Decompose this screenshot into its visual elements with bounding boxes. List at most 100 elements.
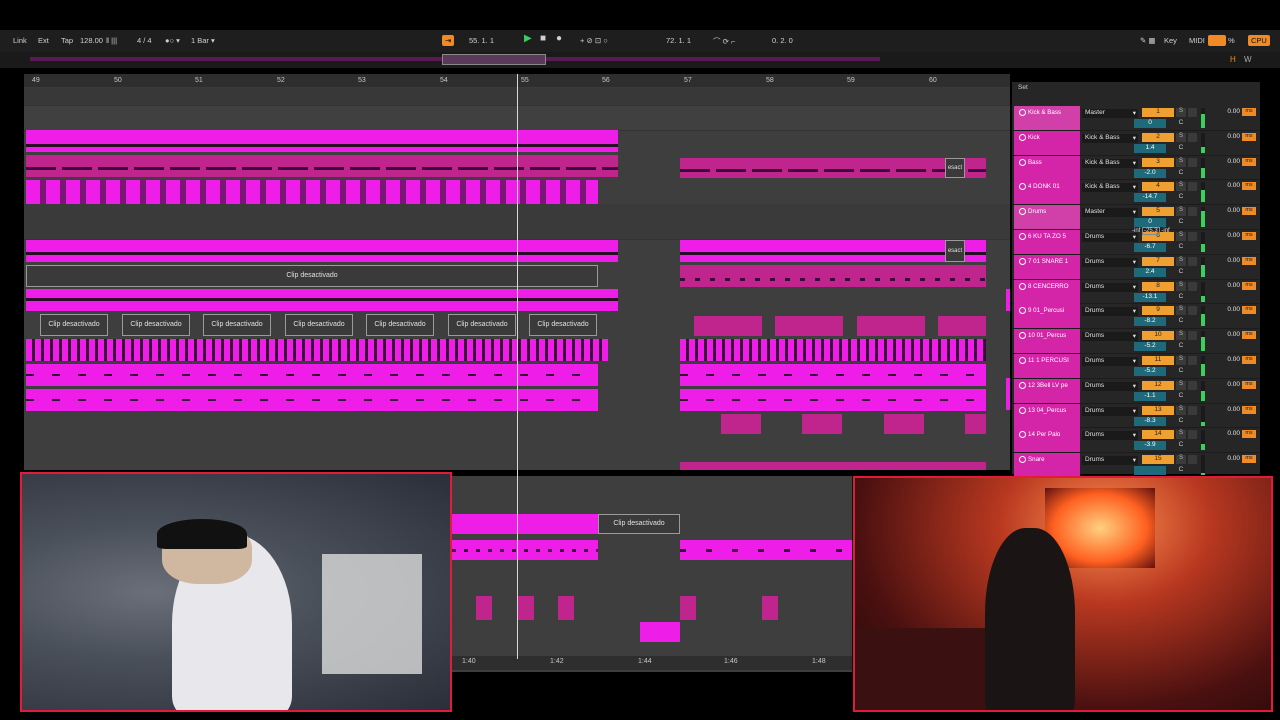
deactivated-clip[interactable]: esact — [945, 240, 965, 262]
song-position-field[interactable]: 55. 1. 1 — [469, 36, 494, 45]
solo-button[interactable]: S — [1176, 331, 1186, 341]
solo-button[interactable]: S — [1176, 108, 1186, 117]
midi-clip[interactable] — [884, 414, 924, 434]
track-name[interactable]: 7 01 SNARE 1 — [1014, 254, 1080, 279]
midi-map-button[interactable]: MIDI — [1189, 36, 1205, 45]
arm-button[interactable] — [1188, 108, 1197, 117]
midi-clip[interactable] — [802, 414, 842, 434]
track-volume[interactable]: 0 — [1134, 119, 1166, 128]
track-activator-icon[interactable] — [1019, 183, 1026, 191]
track-volume[interactable] — [1134, 466, 1166, 476]
pan-knob[interactable]: C — [1176, 367, 1186, 376]
track-activator-icon[interactable] — [1019, 282, 1026, 290]
track-volume[interactable]: -5.2 — [1134, 342, 1166, 352]
track-activator-icon[interactable] — [1019, 307, 1026, 315]
audio-clip[interactable] — [680, 240, 986, 262]
track-number[interactable]: 9 — [1142, 306, 1174, 316]
output-routing-select[interactable]: Drums ▾ — [1082, 406, 1138, 416]
track-activator-icon[interactable] — [1019, 233, 1026, 240]
deactivated-clip[interactable]: Clip desactivado — [448, 314, 516, 336]
tempo-field[interactable]: 128.00 — [80, 36, 103, 45]
audio-clip[interactable] — [26, 289, 618, 311]
deactivated-clip[interactable]: Clip desactivado — [26, 265, 598, 287]
mixer-track-row[interactable]: Drums Master ▾ 5 0 S C 0.00 ms — [1012, 205, 1260, 230]
track-delay[interactable]: 0.00 — [1214, 232, 1240, 239]
delay-unit[interactable]: ms — [1242, 356, 1256, 364]
output-routing-select[interactable]: Kick & Bass ▾ — [1082, 183, 1138, 193]
record-icon[interactable]: ● — [556, 33, 562, 44]
mixer-track-row[interactable]: 8 CENCERRO Drums ▾ 8 -13.1 S C 0.00 ms — [1012, 279, 1260, 305]
deactivated-clip[interactable]: Clip desactivado — [598, 514, 680, 534]
solo-button[interactable]: S — [1176, 207, 1186, 217]
set-label[interactable]: Set — [1018, 84, 1028, 91]
mixer-track-row[interactable]: 7 01 SNARE 1 Drums ▾ 7 2.4 S C 0.00 ms — [1012, 254, 1260, 280]
arm-button[interactable] — [1188, 207, 1197, 217]
solo-button[interactable]: S — [1176, 380, 1186, 390]
midi-clip[interactable] — [680, 339, 986, 361]
arrangement-lower[interactable]: Clip desactivado — [452, 476, 852, 672]
delay-unit[interactable]: ms — [1242, 232, 1256, 240]
pan-knob[interactable]: C — [1176, 293, 1186, 302]
track-name[interactable]: 10 01_Percus — [1014, 329, 1080, 354]
deactivated-clip[interactable]: Clip desactivado — [122, 314, 190, 336]
output-routing-select[interactable]: Kick & Bass ▾ — [1082, 133, 1138, 143]
follow-button[interactable]: ⇥ — [442, 35, 455, 46]
track-delay[interactable]: 0.00 — [1214, 182, 1240, 189]
delay-unit[interactable]: ms — [1242, 306, 1256, 315]
solo-button[interactable]: S — [1176, 132, 1186, 142]
pan-knob[interactable]: C — [1176, 317, 1186, 326]
track-delay[interactable]: 0.00 — [1214, 331, 1240, 338]
track-delay[interactable]: 0.00 — [1214, 381, 1240, 388]
track-volume[interactable]: -6.7 — [1134, 243, 1166, 252]
track-name[interactable]: 8 CENCERRO — [1014, 279, 1080, 304]
track-volume[interactable]: -5.2 — [1134, 367, 1166, 376]
track-name[interactable]: Kick & Bass — [1014, 106, 1080, 130]
track-name[interactable]: Kick — [1014, 130, 1080, 155]
solo-button[interactable]: S — [1176, 182, 1186, 192]
arm-button[interactable] — [1188, 256, 1197, 266]
midi-clip[interactable] — [452, 540, 598, 560]
midi-clip[interactable] — [26, 389, 598, 411]
mixer-track-row[interactable]: 4 DONK 01 Kick & Bass ▾ 4 -14.7 S C 0.00 … — [1012, 180, 1260, 206]
track-activator-icon[interactable] — [1019, 431, 1026, 439]
arm-button[interactable] — [1188, 405, 1197, 415]
link-button[interactable]: Link — [13, 36, 27, 45]
arm-button[interactable] — [1188, 157, 1197, 167]
delay-unit[interactable]: ms — [1242, 256, 1256, 265]
solo-button[interactable]: S — [1176, 256, 1186, 266]
audio-clip[interactable] — [680, 462, 986, 470]
track-name[interactable]: 11 1 PERCUSI — [1014, 354, 1080, 378]
track-name[interactable]: Snare — [1014, 453, 1080, 478]
track-activator-icon[interactable] — [1019, 332, 1026, 340]
key-map-button[interactable]: Key — [1164, 36, 1177, 45]
deactivated-clip[interactable]: esact — [945, 158, 965, 178]
track-volume[interactable]: 0 — [1134, 218, 1166, 228]
track-activator-icon[interactable] — [1019, 208, 1026, 216]
output-routing-select[interactable]: Drums ▾ — [1082, 431, 1138, 441]
midi-clip[interactable] — [680, 364, 986, 386]
track-delay[interactable]: 0.00 — [1214, 406, 1240, 413]
solo-button[interactable]: S — [1176, 356, 1186, 365]
track-delay[interactable]: 0.00 — [1214, 133, 1240, 140]
solo-button[interactable]: S — [1176, 281, 1186, 291]
arm-button[interactable] — [1188, 430, 1197, 440]
track-activator-icon[interactable] — [1019, 406, 1026, 414]
midi-clip[interactable] — [857, 316, 925, 336]
pan-knob[interactable]: C — [1176, 392, 1186, 401]
pan-knob[interactable]: C — [1176, 193, 1186, 202]
play-icon[interactable]: ▶ — [524, 33, 532, 44]
delay-unit[interactable]: ms — [1242, 405, 1256, 414]
mixer-track-row[interactable]: 14 Per Palo Drums ▾ 14 -3.9 S C 0.00 ms — [1012, 428, 1260, 454]
output-routing-select[interactable]: Drums ▾ — [1082, 357, 1138, 366]
time-ruler[interactable]: 1:40 1:42 1:44 1:46 1:48 — [452, 656, 852, 670]
track-name[interactable]: Drums — [1014, 205, 1080, 230]
mixer-track-row[interactable]: 11 1 PERCUSI Drums ▾ 11 -5.2 S C 0.00 ms — [1012, 354, 1260, 379]
delay-unit[interactable]: ms — [1242, 331, 1256, 340]
audio-clip[interactable] — [26, 155, 618, 177]
track-number[interactable]: 7 — [1142, 256, 1174, 266]
track-name[interactable]: 9 01_Percusi — [1014, 304, 1080, 329]
mixer-track-row[interactable]: 13 04_Percus Drums ▾ 13 -8.3 S C 0.00 ms — [1012, 403, 1260, 429]
track-activator-icon[interactable] — [1019, 158, 1026, 166]
midi-clip[interactable] — [694, 316, 762, 336]
track-delay[interactable]: 0.00 — [1214, 158, 1240, 165]
